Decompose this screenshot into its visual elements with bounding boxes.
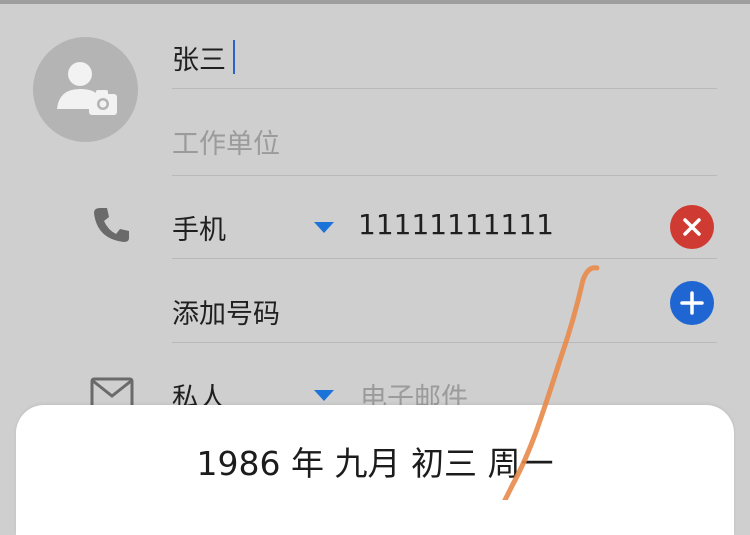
divider [172,175,717,176]
name-input[interactable]: 张三 [172,38,226,77]
contact-photo-button[interactable] [33,37,138,142]
person-camera-icon [57,62,117,115]
add-number-label[interactable]: 添加号码 [172,292,280,331]
triangle-down-icon[interactable] [314,222,334,233]
date-picker-sheet: 1986 年 九月 初三 周一 [16,405,734,535]
date-weekday: 周一 [487,444,554,483]
clear-phone-button[interactable] [670,205,714,249]
phone-icon [94,208,129,242]
add-number-button[interactable] [670,281,714,325]
date-year: 1986 [196,444,281,483]
top-edge [0,0,750,4]
date-lunar-day: 初三 [410,444,477,483]
divider [172,88,717,89]
date-lunar-month: 九月 [334,444,401,483]
divider [172,258,717,259]
divider [172,342,717,343]
phone-number-input[interactable]: 11111111111 [358,208,554,241]
company-input[interactable]: 工作单位 [172,122,280,161]
phone-type-select[interactable]: 手机 [172,208,226,247]
clear-icon [683,218,701,236]
plus-icon [680,291,704,315]
selected-date[interactable]: 1986 年 九月 初三 周一 [16,437,734,485]
text-caret [233,40,235,74]
date-year-unit: 年 [290,444,324,483]
triangle-down-icon[interactable] [314,390,334,401]
